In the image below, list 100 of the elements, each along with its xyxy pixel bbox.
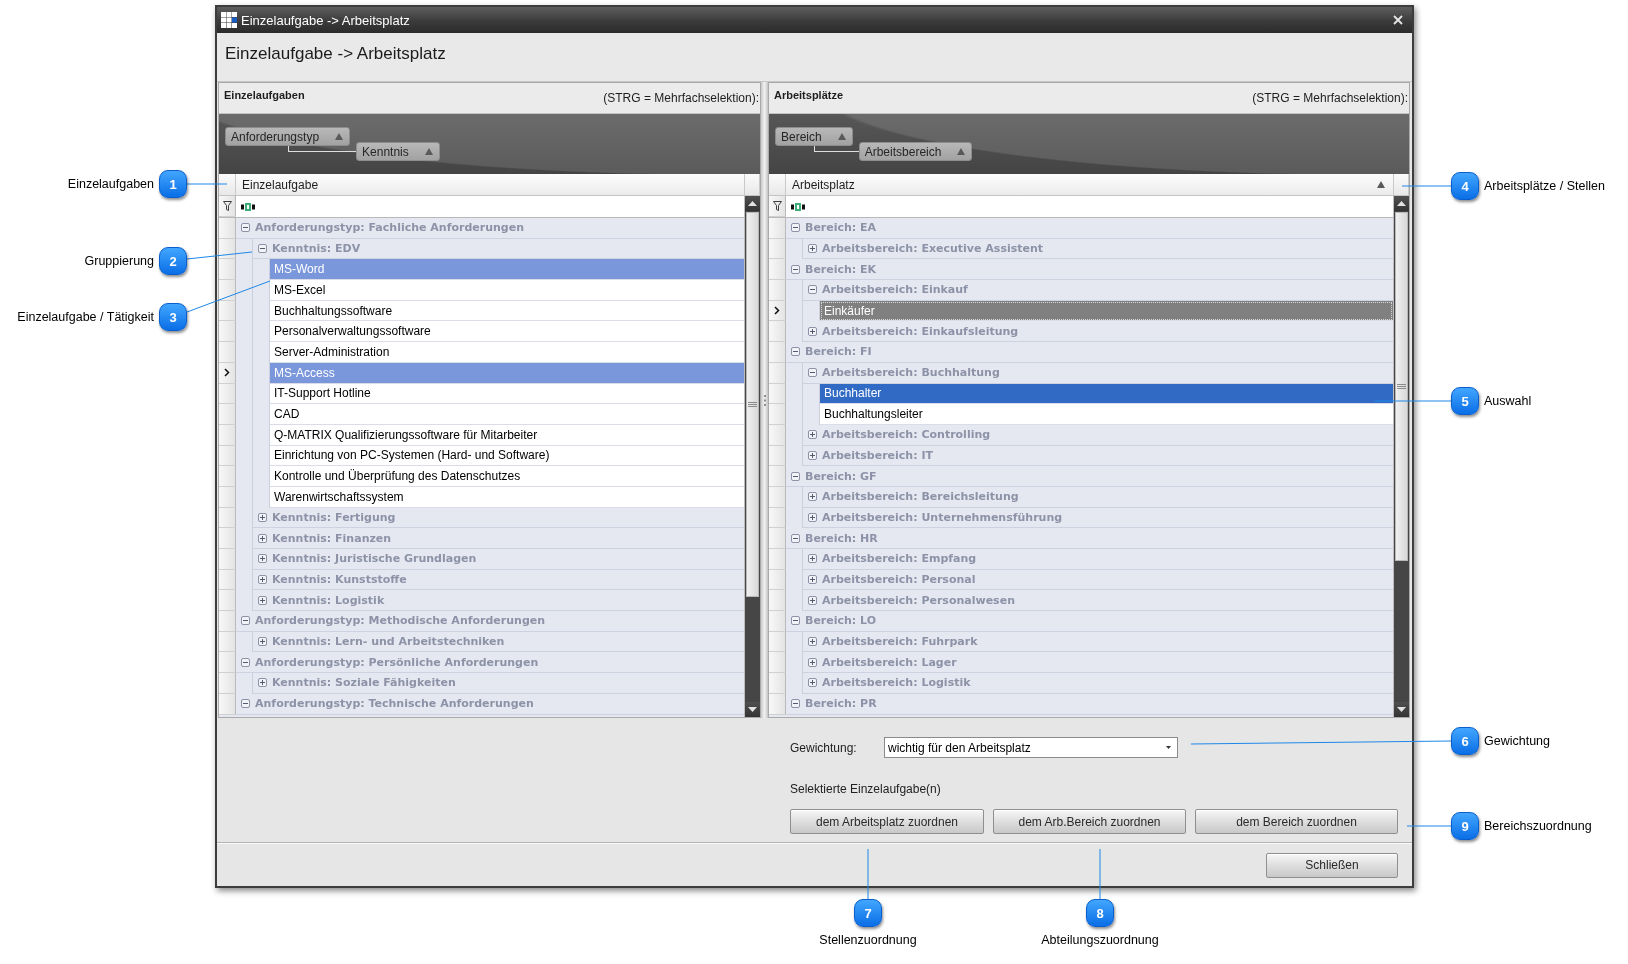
group-label: Bereich: GF bbox=[805, 469, 877, 483]
close-button[interactable] bbox=[1392, 14, 1404, 26]
callout-label: Einzelaufgaben bbox=[67, 176, 154, 192]
group-chip[interactable]: Bereich bbox=[775, 127, 853, 146]
section-label: Selektierte Einzelaufgabe(n) bbox=[790, 782, 941, 796]
grid-row[interactable]: Kontrolle und Überprüfung des Datenschutzes bbox=[270, 466, 744, 487]
scrollbar[interactable] bbox=[1393, 196, 1409, 717]
minus-box-icon[interactable] bbox=[241, 616, 250, 626]
plus-box-icon[interactable] bbox=[808, 326, 817, 336]
plus-box-icon[interactable] bbox=[808, 430, 817, 440]
plus-box-icon[interactable] bbox=[808, 554, 817, 564]
plus-box-icon[interactable] bbox=[808, 492, 817, 502]
callout-badge: 7 bbox=[854, 899, 882, 927]
panel-title: Einzelaufgaben bbox=[224, 89, 305, 101]
callout-label: Gruppierung bbox=[84, 253, 154, 269]
grid-row[interactable]: MS-Access bbox=[270, 362, 744, 384]
callout-label: Einzelaufgabe / Tätigkeit bbox=[17, 309, 154, 325]
group-label: Arbeitsbereich: Einkaufsleitung bbox=[822, 324, 1019, 338]
group-label: Anforderungstyp: Persönliche Anforderungen bbox=[255, 655, 539, 669]
minus-box-icon[interactable] bbox=[808, 368, 817, 378]
grid-row[interactable]: MS-Excel bbox=[270, 280, 744, 301]
row-header[interactable] bbox=[219, 196, 236, 217]
row-header[interactable] bbox=[769, 196, 786, 217]
scroll-up-button[interactable] bbox=[1394, 196, 1409, 211]
chevron-right-icon bbox=[224, 368, 230, 378]
minus-box-icon[interactable] bbox=[808, 285, 817, 295]
scroll-up-button[interactable] bbox=[745, 196, 760, 211]
plus-box-icon[interactable] bbox=[808, 244, 817, 254]
group-label: Arbeitsbereich: Personalwesen bbox=[822, 593, 1015, 607]
minus-box-icon[interactable] bbox=[791, 471, 800, 481]
grid-row[interactable]: Q-MATRIX Qualifizierungssoftware für Mitarbeiter bbox=[270, 424, 744, 446]
minus-box-icon[interactable] bbox=[791, 699, 800, 709]
weighting-select[interactable]: wichtig für den Arbeitsplatz bbox=[884, 737, 1178, 758]
connector-line bbox=[813, 146, 859, 152]
callout-badge: 5 bbox=[1451, 387, 1479, 415]
grid-row[interactable]: MS-Word bbox=[270, 259, 744, 281]
plus-box-icon[interactable] bbox=[808, 657, 817, 667]
plus-box-icon[interactable] bbox=[808, 450, 817, 460]
minus-box-icon[interactable] bbox=[791, 533, 800, 543]
group-label: Arbeitsbereich: Bereichsleitung bbox=[822, 490, 1019, 504]
grid-row[interactable]: Einrichtung von PC-Systemen (Hard- und Software) bbox=[270, 445, 744, 467]
row-header[interactable] bbox=[219, 362, 236, 384]
callout-badge: 4 bbox=[1451, 172, 1479, 200]
group-label: Arbeitsbereich: Empfang bbox=[822, 552, 977, 566]
minus-box-icon[interactable] bbox=[791, 347, 800, 357]
minus-box-icon[interactable] bbox=[241, 657, 250, 667]
hint-text: (STRG = Mehrfachselektion): bbox=[603, 91, 759, 105]
hint-text: (STRG = Mehrfachselektion): bbox=[1252, 91, 1408, 105]
group-chip[interactable]: Anforderungstyp bbox=[225, 127, 351, 146]
minus-box-icon[interactable] bbox=[791, 616, 800, 626]
group-label: Bereich: HR bbox=[805, 531, 878, 545]
assign-button[interactable]: dem Arbeitsplatz zuordnen bbox=[790, 809, 984, 834]
group-label: Bereich: EK bbox=[805, 262, 877, 276]
minus-box-icon[interactable] bbox=[241, 699, 250, 709]
chevron-right-icon bbox=[774, 306, 780, 316]
scroll-down-button[interactable] bbox=[745, 702, 760, 717]
grid-row[interactable]: Personalverwaltungssoftware bbox=[270, 321, 744, 343]
text-filter-icon bbox=[241, 202, 255, 211]
minus-box-icon[interactable] bbox=[791, 223, 800, 233]
scrollbar[interactable] bbox=[744, 196, 760, 717]
plus-box-icon[interactable] bbox=[258, 533, 267, 543]
plus-box-icon[interactable] bbox=[808, 595, 817, 605]
grid-row[interactable]: Buchhaltungsleiter bbox=[820, 404, 1393, 425]
plus-box-icon[interactable] bbox=[808, 575, 817, 585]
plus-box-icon[interactable] bbox=[258, 575, 267, 585]
minus-box-icon[interactable] bbox=[791, 264, 800, 274]
plus-box-icon[interactable] bbox=[258, 554, 267, 564]
group-chip[interactable]: Kenntnis bbox=[356, 142, 440, 161]
scroll-up-icon bbox=[748, 201, 757, 206]
group-label: Arbeitsbereich: Fuhrpark bbox=[822, 635, 978, 649]
grid-row[interactable]: IT-Support Hotline bbox=[270, 383, 744, 405]
plus-box-icon[interactable] bbox=[258, 595, 267, 605]
scrollbar-thumb[interactable] bbox=[746, 212, 759, 597]
row-header[interactable] bbox=[769, 300, 786, 322]
plus-box-icon[interactable] bbox=[808, 637, 817, 647]
plus-box-icon[interactable] bbox=[258, 678, 267, 688]
plus-box-icon[interactable] bbox=[808, 678, 817, 688]
assign-button[interactable]: dem Bereich zuordnen bbox=[1195, 809, 1398, 834]
grid-row[interactable]: Warenwirtschaftssystem bbox=[270, 486, 744, 508]
scrollbar-thumb[interactable] bbox=[1395, 212, 1408, 561]
caret-down-icon bbox=[1166, 746, 1171, 749]
minus-box-icon[interactable] bbox=[258, 244, 267, 254]
grid-row[interactable]: Buchhalter bbox=[820, 383, 1393, 405]
grid-row[interactable]: Buchhaltungssoftware bbox=[270, 300, 744, 322]
grid-row[interactable]: Server-Administration bbox=[270, 342, 744, 363]
plus-box-icon[interactable] bbox=[808, 512, 817, 522]
group-label: Bereich: FI bbox=[805, 345, 872, 359]
group-chip[interactable]: Arbeitsbereich bbox=[858, 142, 973, 161]
minus-box-icon[interactable] bbox=[241, 223, 250, 233]
group-label: Arbeitsbereich: Controlling bbox=[822, 428, 991, 442]
scroll-down-button[interactable] bbox=[1394, 702, 1409, 717]
assign-button[interactable]: dem Arb.Bereich zuordnen bbox=[993, 809, 1186, 834]
grid-row[interactable]: CAD bbox=[270, 404, 744, 425]
grip-icon bbox=[748, 401, 757, 408]
plus-box-icon[interactable] bbox=[258, 512, 267, 522]
group-label: Arbeitsbereich: Einkauf bbox=[822, 283, 968, 297]
grid-row[interactable]: Einkäufer bbox=[820, 300, 1393, 322]
close-dialog-button[interactable]: Schließen bbox=[1266, 852, 1398, 878]
group-label: Kenntnis: Logistik bbox=[272, 593, 385, 607]
plus-box-icon[interactable] bbox=[258, 637, 267, 647]
